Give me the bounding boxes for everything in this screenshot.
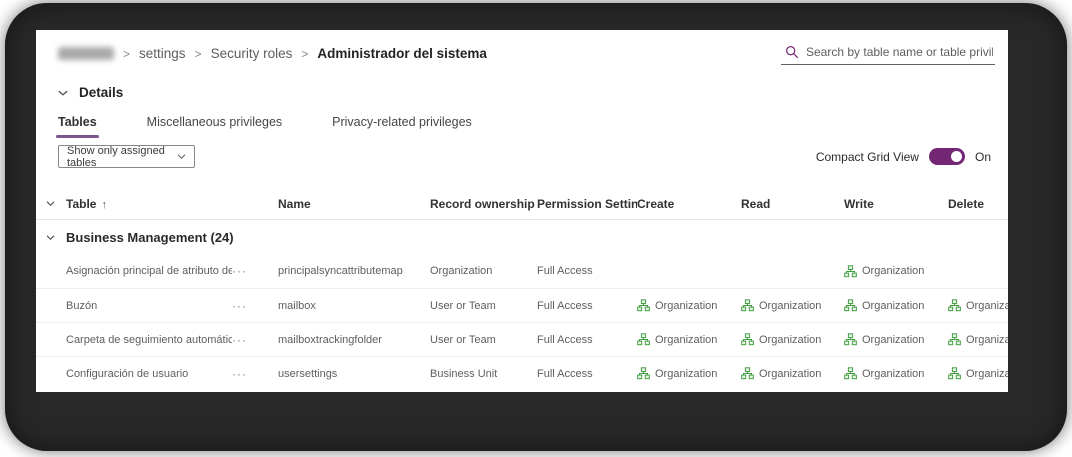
row-more-button[interactable]: ··· xyxy=(232,333,278,347)
column-header-read[interactable]: Read xyxy=(741,197,844,211)
organization-icon xyxy=(948,367,961,380)
breadcrumb-item-security-roles[interactable]: Security roles xyxy=(211,46,293,61)
create-privilege-cell[interactable]: Organization xyxy=(637,299,741,312)
organization-icon xyxy=(741,299,754,312)
organization-icon xyxy=(844,264,857,278)
permission-settings-cell: Full Access xyxy=(537,265,593,277)
create-privilege-cell[interactable]: Organization xyxy=(637,333,741,346)
breadcrumb-separator: > xyxy=(301,46,309,61)
sort-ascending-icon: ↑ xyxy=(101,198,107,211)
logical-name-cell: mailbox xyxy=(278,299,316,312)
organization-icon xyxy=(844,367,857,380)
tab-tables[interactable]: Tables xyxy=(56,115,99,138)
breadcrumb-current-page: Administrador del sistema xyxy=(317,46,487,61)
tab-miscellaneous-privileges[interactable]: Miscellaneous privileges xyxy=(147,115,282,138)
write-privilege-cell[interactable]: Organization xyxy=(844,299,948,312)
details-section-header[interactable]: Details xyxy=(57,85,123,100)
search-input[interactable] xyxy=(806,45,993,59)
column-header-name[interactable]: Name xyxy=(278,197,430,211)
column-header-table[interactable]: Table ↑ xyxy=(66,197,232,211)
group-row-business-management[interactable]: Business Management (24) xyxy=(36,220,1008,254)
privileges-table: Table ↑ Name Record ownership Permission … xyxy=(36,188,1008,392)
column-header-write[interactable]: Write xyxy=(844,197,948,211)
organization-icon xyxy=(844,299,857,312)
read-privilege-cell[interactable]: Organization xyxy=(741,299,844,312)
permission-settings-cell: Full Access xyxy=(537,367,593,380)
permission-settings-cell: Full Access xyxy=(537,299,593,312)
search-icon xyxy=(785,45,799,59)
compact-grid-view-toggle[interactable] xyxy=(928,148,965,165)
write-privilege-cell[interactable]: Organization xyxy=(844,264,948,278)
chevron-down-icon xyxy=(176,151,187,162)
tab-privacy-related-privileges[interactable]: Privacy-related privileges xyxy=(332,115,472,138)
table-row: Asignación principal de atributo de ... … xyxy=(36,254,1008,288)
row-more-button[interactable]: ··· xyxy=(232,299,278,313)
security-role-panel: > settings > Security roles > Administra… xyxy=(36,30,1008,392)
organization-icon xyxy=(741,367,754,380)
table-header-row: Table ↑ Name Record ownership Permission … xyxy=(36,188,1008,220)
toggle-state-label: On xyxy=(974,149,991,164)
read-privilege-cell[interactable]: Organization xyxy=(741,333,844,346)
table-name-cell: Asignación principal de atributo de ... xyxy=(66,265,232,277)
table-name-cell: Configuración de usuario xyxy=(66,367,189,380)
table-row: Carpeta de seguimiento automático... ···… xyxy=(36,322,1008,356)
logical-name-cell: principalsyncattributemap xyxy=(278,265,403,277)
organization-icon xyxy=(741,333,754,346)
table-row: Buzón ··· mailbox User or Team Full Acce… xyxy=(36,288,1008,322)
organization-icon xyxy=(637,333,650,346)
breadcrumb-item-settings[interactable]: settings xyxy=(139,46,186,61)
delete-privilege-cell[interactable]: Organization xyxy=(948,367,1008,380)
record-ownership-cell: Organization xyxy=(430,265,493,277)
create-privilege-cell[interactable]: Organization xyxy=(637,367,741,380)
breadcrumb: > settings > Security roles > Administra… xyxy=(58,46,487,61)
tab-bar: Tables Miscellaneous privileges Privacy-… xyxy=(56,115,472,138)
chevron-down-icon xyxy=(57,87,69,99)
record-ownership-cell: User or Team xyxy=(430,299,496,312)
details-label: Details xyxy=(79,85,124,100)
organization-icon xyxy=(948,299,961,312)
delete-privilege-cell[interactable]: Organization xyxy=(948,299,1008,312)
assigned-tables-filter-dropdown[interactable]: Show only assigned tables xyxy=(58,144,195,169)
compact-grid-view-control: Compact Grid View On xyxy=(816,148,991,165)
organization-icon xyxy=(844,333,857,346)
row-more-button[interactable]: ··· xyxy=(232,264,278,278)
controls-row: Show only assigned tables Compact Grid V… xyxy=(58,144,991,169)
dropdown-value: Show only assigned tables xyxy=(67,144,165,169)
column-header-permission-settings[interactable]: Permission Settin... xyxy=(537,197,637,211)
column-header-create[interactable]: Create xyxy=(637,197,741,211)
record-ownership-cell: Business Unit xyxy=(430,367,498,380)
delete-privilege-cell[interactable]: Organization xyxy=(948,333,1008,346)
toggle-knob xyxy=(950,151,962,162)
permission-settings-cell: Full Access xyxy=(537,333,593,346)
breadcrumb-item-redacted[interactable] xyxy=(58,47,114,60)
top-bar: > settings > Security roles > Administra… xyxy=(58,43,995,77)
table-body: Asignación principal de atributo de ... … xyxy=(36,254,1008,390)
write-privilege-cell[interactable]: Organization xyxy=(844,333,948,346)
read-privilege-cell[interactable]: Organization xyxy=(741,367,844,380)
logical-name-cell: usersettings xyxy=(278,367,338,380)
table-name-cell: Carpeta de seguimiento automático... xyxy=(66,333,232,346)
logical-name-cell: mailboxtrackingfolder xyxy=(278,333,382,346)
breadcrumb-separator: > xyxy=(194,46,202,61)
compact-grid-view-label: Compact Grid View xyxy=(815,149,919,164)
select-all-chevron-icon[interactable] xyxy=(36,198,66,209)
row-more-button[interactable]: ··· xyxy=(232,367,278,381)
column-header-delete[interactable]: Delete xyxy=(948,197,1008,211)
breadcrumb-separator: > xyxy=(123,46,131,61)
organization-icon xyxy=(948,333,961,346)
search-box[interactable] xyxy=(781,43,995,65)
column-header-record-ownership[interactable]: Record ownership xyxy=(430,197,537,211)
table-row: Configuración de usuario ··· usersetting… xyxy=(36,356,1008,390)
group-chevron-icon[interactable] xyxy=(36,232,66,243)
record-ownership-cell: User or Team xyxy=(430,333,496,346)
write-privilege-cell[interactable]: Organization xyxy=(844,367,948,380)
organization-icon xyxy=(637,299,650,312)
table-name-cell: Buzón xyxy=(66,299,98,312)
organization-icon xyxy=(637,367,650,380)
group-label: Business Management (24) xyxy=(66,229,234,245)
